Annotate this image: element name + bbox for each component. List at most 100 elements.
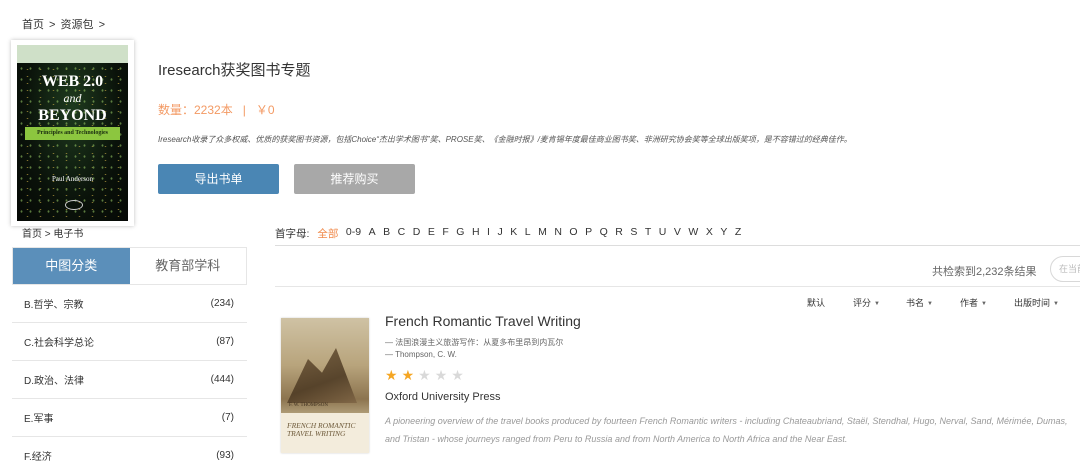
letter-filter-item[interactable]: N — [554, 226, 562, 241]
result-count: 共检索到2,232条结果 — [932, 266, 1037, 278]
sort-rating[interactable]: 评分 ▼ — [853, 296, 880, 309]
letter-filter-item[interactable]: Y — [720, 226, 727, 241]
letter-filter-item[interactable]: F — [442, 226, 448, 241]
category-count: (234) — [210, 298, 234, 309]
cover-title-line1: WEB 2.0 — [41, 73, 104, 90]
sort-author[interactable]: 作者 ▼ — [960, 296, 987, 309]
letter-filter-item[interactable]: H — [472, 226, 480, 241]
book-publisher: Oxford University Press — [385, 391, 501, 403]
sort-label: 书名 — [906, 298, 925, 308]
sort-label: 评分 — [853, 298, 872, 308]
letter-filter-item[interactable]: 全部 — [317, 226, 338, 241]
category-name: E.军事 — [24, 414, 54, 425]
cover-illustration — [287, 348, 357, 403]
category-item[interactable]: E.军事 (7) — [12, 399, 247, 437]
cover-title-and: and — [63, 91, 82, 105]
letter-filter-item[interactable]: Q — [600, 226, 608, 241]
category-name: F.经济 — [24, 452, 52, 463]
recommend-purchase-button[interactable]: 推荐购买 — [294, 164, 415, 194]
letter-filter-item[interactable]: R — [615, 226, 623, 241]
category-item[interactable]: F.经济 (93) — [12, 437, 247, 473]
package-price: ￥0 — [255, 103, 275, 117]
star-empty-icon: ★ — [418, 367, 435, 383]
letter-filter-item[interactable]: D — [413, 226, 421, 241]
tab-clc-classification[interactable]: 中图分类 — [13, 248, 130, 284]
letter-filter-item[interactable]: E — [428, 226, 435, 241]
category-name: B.哲学、宗教 — [24, 300, 84, 311]
classification-tabs: 中图分类 教育部学科 — [12, 247, 247, 285]
sort-default[interactable]: 默认 — [807, 296, 825, 309]
letter-filter-item[interactable]: U — [659, 226, 667, 241]
letter-filter-item[interactable]: L — [525, 226, 531, 241]
letter-filter-item[interactable]: J — [497, 226, 502, 241]
sort-pubdate[interactable]: 出版时间 ▼ — [1014, 296, 1059, 309]
package-meta: 数量：2232本 | ￥0 — [158, 101, 275, 118]
letter-filter-item[interactable]: 0-9 — [346, 226, 361, 241]
category-item[interactable]: C.社会科学总论 (87) — [12, 323, 247, 361]
category-count: (93) — [216, 450, 234, 461]
letter-filter-item[interactable]: A — [369, 226, 376, 241]
book-title-link[interactable]: French Romantic Travel Writing — [385, 313, 581, 329]
book-cover-author: F. W. THOMPSON — [289, 403, 328, 408]
package-cover-image: WEB 2.0 and BEYOND Principles and Techno… — [17, 45, 128, 221]
letter-filter-item[interactable]: B — [383, 226, 390, 241]
book-cover-title: FRENCH ROMANTIC TRAVEL WRITING — [287, 421, 356, 438]
letter-filter-item[interactable]: S — [630, 226, 637, 241]
breadcrumb-separator: > — [42, 229, 54, 240]
letter-filter-item[interactable]: W — [688, 226, 698, 241]
letter-filter-item[interactable]: O — [569, 226, 577, 241]
book-rating: ★★★★★ — [385, 367, 468, 384]
letter-filter-item[interactable]: P — [585, 226, 592, 241]
caret-down-icon: ▼ — [927, 300, 933, 307]
star-filled-icon: ★ — [401, 367, 419, 383]
breadcrumb-section-link[interactable]: 电子书 — [53, 229, 83, 240]
tab-moe-discipline[interactable]: 教育部学科 — [130, 248, 247, 284]
letter-filter-item[interactable]: K — [510, 226, 517, 241]
export-booklist-button[interactable]: 导出书单 — [158, 164, 279, 194]
letter-filter-item[interactable]: M — [538, 226, 547, 241]
category-item[interactable]: D.政治、法律 (444) — [12, 361, 247, 399]
package-cover: WEB 2.0 and BEYOND Principles and Techno… — [11, 40, 134, 226]
book-description: A pioneering overview of the travel book… — [385, 416, 1068, 444]
letter-filter-item[interactable]: X — [706, 226, 713, 241]
category-name: D.政治、法律 — [24, 376, 84, 387]
package-title: Iresearch获奖图书专题 — [158, 62, 311, 79]
letter-filter-item[interactable]: I — [487, 226, 490, 241]
package-description: Iresearch收录了众多权威、优质的获奖图书资源，包括Choice“杰出学术… — [158, 135, 852, 144]
letter-filter-item[interactable]: T — [645, 226, 651, 241]
breadcrumb-separator: > — [46, 19, 59, 31]
caret-down-icon: ▼ — [874, 300, 880, 307]
letter-filter-item[interactable]: V — [674, 226, 681, 241]
letter-filter-item[interactable]: Z — [735, 226, 741, 241]
breadcrumb: 首页 > 资源包 > — [22, 16, 107, 32]
sort-title[interactable]: 书名 ▼ — [906, 296, 933, 309]
meta-separator: | — [242, 103, 246, 117]
breadcrumb-separator: > — [95, 19, 106, 31]
breadcrumb-home-link[interactable]: 首页 — [22, 229, 42, 240]
star-empty-icon: ★ — [451, 367, 468, 383]
category-count: (7) — [221, 412, 234, 423]
sort-label: 出版时间 — [1014, 298, 1051, 308]
letter-filter-item[interactable]: G — [456, 226, 464, 241]
star-filled-icon: ★ — [385, 367, 402, 383]
caret-down-icon: ▼ — [1053, 300, 1059, 307]
book-cover[interactable]: F. W. THOMPSON FRENCH ROMANTIC TRAVEL WR… — [281, 318, 369, 453]
star-empty-icon: ★ — [434, 367, 452, 383]
sort-label: 作者 — [960, 298, 979, 308]
package-count: 数量：2232本 — [158, 103, 233, 117]
letter-filter-item[interactable]: C — [398, 226, 406, 241]
letter-filter-label: 首字母: — [275, 228, 310, 240]
breadcrumb-secondary: 首页 > 电子书 — [22, 225, 83, 240]
category-count: (87) — [216, 336, 234, 347]
sort-label: 默认 — [807, 298, 826, 308]
cover-title: WEB 2.0 and BEYOND — [17, 73, 128, 124]
breadcrumb-home-link[interactable]: 首页 — [22, 19, 44, 31]
search-within-input[interactable]: 在当前 — [1050, 256, 1080, 282]
cover-author: Paul Anderson — [51, 175, 94, 183]
category-item[interactable]: B.哲学、宗教 (234) — [12, 285, 247, 323]
cover-subtitle: Principles and Technologies — [25, 127, 120, 140]
breadcrumb-section-link[interactable]: 资源包 — [61, 19, 94, 31]
cover-top-band — [17, 45, 128, 63]
divider — [275, 245, 1080, 246]
divider — [275, 286, 1080, 287]
